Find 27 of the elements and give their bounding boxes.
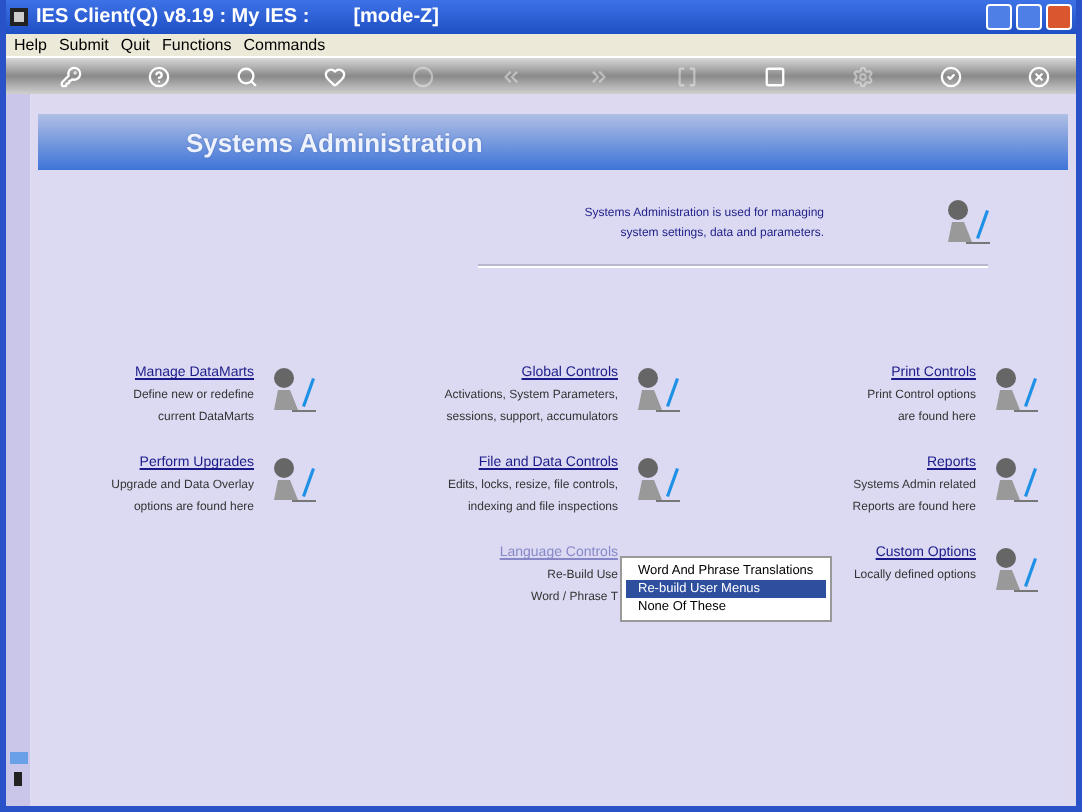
help-icon[interactable]: [147, 65, 169, 87]
person-pen-icon: [270, 366, 318, 416]
person-pen-icon: [944, 198, 992, 248]
mode-label: [mode-Z]: [353, 6, 439, 28]
app-icon: [10, 8, 28, 26]
minimize-button[interactable]: [986, 4, 1012, 30]
person-pen-icon: [270, 456, 318, 506]
search-icon[interactable]: [235, 65, 257, 87]
close-button[interactable]: [1046, 4, 1072, 30]
menu-item[interactable]: Functions: [162, 36, 232, 54]
banner-title: Systems Administration: [186, 127, 483, 157]
menu-item[interactable]: Quit: [120, 36, 151, 54]
person-pen-icon: [634, 366, 682, 416]
close-icon[interactable]: [1027, 65, 1049, 87]
heart-icon[interactable]: [323, 65, 345, 87]
square-icon[interactable]: [763, 65, 785, 87]
person-pen-icon: [992, 456, 1040, 506]
maximize-button[interactable]: [1016, 4, 1042, 30]
person-pen-icon: [992, 366, 1040, 416]
person-pen-icon: [634, 456, 682, 506]
menu-item[interactable]: Help: [14, 36, 47, 54]
window-title: IES Client(Q) v8.19 : My IES :: [36, 6, 310, 28]
check-icon[interactable]: [939, 65, 961, 87]
key-icon[interactable]: [59, 65, 81, 87]
person-pen-icon: [992, 546, 1040, 596]
menu-item[interactable]: Commands: [243, 36, 326, 54]
menu-item[interactable]: Submit: [58, 36, 109, 54]
